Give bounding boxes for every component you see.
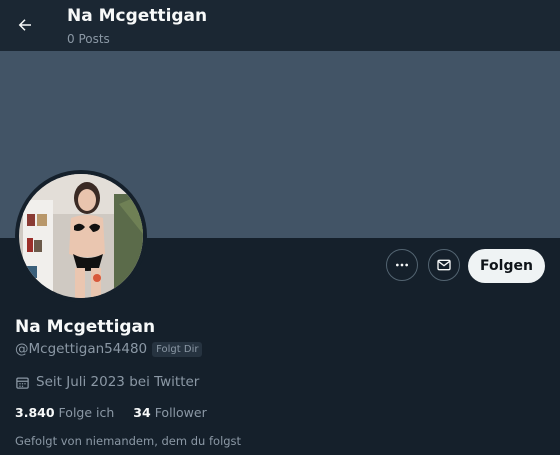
- envelope-icon: [437, 259, 451, 271]
- joined-date: Seit Juli 2023 bei Twitter: [15, 374, 199, 390]
- followed-by-text: Gefolgt von niemandem, dem du folgst: [15, 434, 242, 448]
- back-button[interactable]: [10, 10, 40, 40]
- follow-button[interactable]: Folgen: [468, 249, 545, 283]
- more-options-button[interactable]: [386, 249, 418, 281]
- follow-stats: 3.840 Folge ich 34 Follower: [15, 405, 226, 420]
- followers-link[interactable]: 34 Follower: [133, 405, 206, 420]
- profile-name: Na Mcgettigan: [15, 317, 156, 337]
- following-count: 3.840: [15, 405, 55, 420]
- handle-row: @Mcgettigan54480 Folgt Dir: [15, 341, 203, 357]
- arrow-left-icon: [18, 19, 31, 31]
- calendar-icon: [16, 377, 29, 389]
- followers-label: Follower: [154, 405, 207, 420]
- profile-handle: @Mcgettigan54480: [15, 341, 148, 357]
- header-title: Na Mcgettigan: [67, 6, 208, 26]
- avatar-image: [19, 174, 143, 298]
- following-label: Folge ich: [58, 405, 115, 420]
- avatar[interactable]: [15, 170, 147, 302]
- message-button[interactable]: [428, 249, 460, 281]
- follows-you-badge: Folgt Dir: [152, 341, 203, 357]
- followers-count: 34: [133, 405, 151, 420]
- joined-text: Seit Juli 2023 bei Twitter: [36, 374, 200, 390]
- following-link[interactable]: 3.840 Folge ich: [15, 405, 114, 420]
- profile-header: Na Mcgettigan 0 Posts: [0, 0, 560, 51]
- post-count: 0 Posts: [67, 32, 110, 46]
- more-dots-icon: [396, 263, 408, 267]
